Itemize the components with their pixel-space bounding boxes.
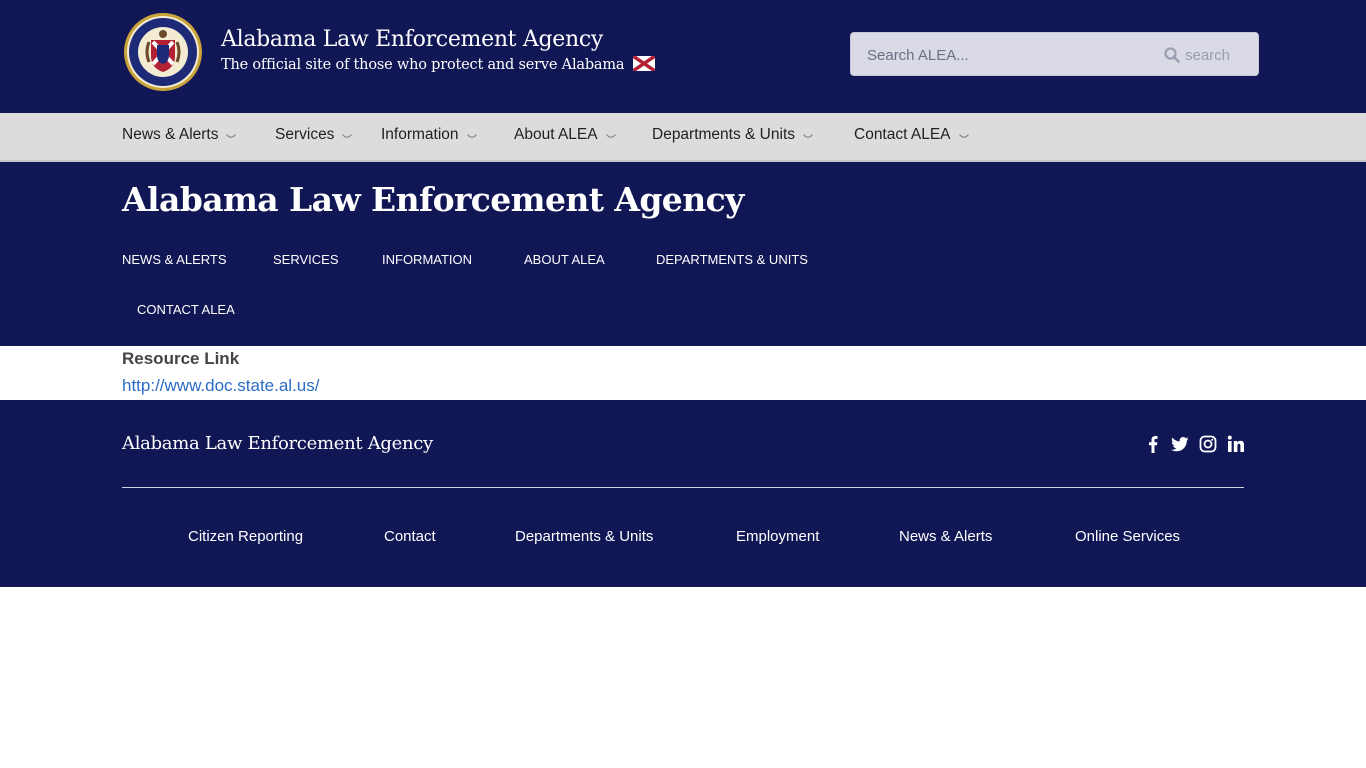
sub-nav-departments-units[interactable]: DEPARTMENTS & UNITS	[656, 252, 808, 267]
footer-link-citizen-reporting[interactable]: Citizen Reporting	[188, 528, 303, 545]
main-content: Resource Link http://www.doc.state.al.us…	[0, 346, 1366, 400]
search-input[interactable]	[867, 45, 1137, 65]
resource-link[interactable]: http://www.doc.state.al.us/	[122, 376, 319, 396]
site-tagline: The official site of those who protect a…	[221, 57, 625, 73]
chevron-down-icon	[466, 134, 477, 138]
sub-nav-services[interactable]: SERVICES	[273, 252, 339, 267]
sub-nav-contact-alea[interactable]: CONTACT ALEA	[137, 302, 235, 317]
site-title[interactable]: Alabama Law Enforcement Agency	[221, 27, 603, 52]
sub-nav-information[interactable]: INFORMATION	[382, 252, 472, 267]
footer-link-contact[interactable]: Contact	[384, 528, 436, 545]
main-nav: News & Alerts Services Information About…	[0, 113, 1366, 162]
footer-divider	[122, 487, 1244, 488]
search-button[interactable]: search	[1164, 44, 1230, 66]
footer-link-employment[interactable]: Employment	[736, 528, 819, 545]
chevron-down-icon	[605, 134, 616, 138]
footer-link-news-alerts[interactable]: News & Alerts	[899, 528, 992, 545]
nav-item-information[interactable]: Information	[381, 126, 477, 144]
chevron-down-icon	[958, 134, 969, 138]
chevron-down-icon	[803, 134, 813, 138]
nav-item-label: Contact ALEA	[854, 126, 951, 143]
facebook-icon[interactable]	[1144, 435, 1162, 453]
sub-nav-news-alerts[interactable]: NEWS & ALERTS	[122, 252, 227, 267]
top-header: Alabama Law Enforcement Agency The offic…	[0, 0, 1366, 113]
nav-item-label: Information	[381, 126, 459, 143]
hero-title: Alabama Law Enforcement Agency	[122, 180, 744, 219]
twitter-icon[interactable]	[1171, 435, 1189, 453]
footer: Alabama Law Enforcement Agency Citizen R…	[0, 400, 1366, 587]
footer-title: Alabama Law Enforcement Agency	[122, 433, 433, 454]
search-box: search	[850, 32, 1259, 76]
alea-seal-icon[interactable]	[123, 12, 203, 92]
search-button-label: search	[1185, 46, 1231, 64]
nav-item-label: Departments & Units	[652, 126, 795, 143]
chevron-down-icon	[342, 134, 353, 138]
nav-item-about-alea[interactable]: About ALEA	[514, 126, 616, 144]
footer-link-departments-units[interactable]: Departments & Units	[515, 528, 653, 545]
nav-item-departments-units[interactable]: Departments & Units	[652, 126, 813, 144]
linkedin-icon[interactable]	[1227, 435, 1245, 453]
chevron-down-icon	[226, 134, 237, 138]
search-icon	[1164, 47, 1180, 63]
resource-link-label: Resource Link	[122, 349, 240, 368]
alabama-flag-icon	[633, 56, 655, 71]
hero-banner: Alabama Law Enforcement Agency NEWS & AL…	[0, 162, 1366, 346]
footer-link-online-services[interactable]: Online Services	[1075, 528, 1180, 545]
nav-item-news-alerts[interactable]: News & Alerts	[122, 126, 237, 144]
sub-nav-about-alea[interactable]: ABOUT ALEA	[524, 252, 605, 267]
nav-item-contact-alea[interactable]: Contact ALEA	[854, 126, 969, 144]
nav-item-services[interactable]: Services	[275, 126, 353, 144]
nav-item-label: Services	[275, 126, 335, 143]
nav-item-label: About ALEA	[514, 126, 598, 143]
instagram-icon[interactable]	[1199, 435, 1217, 453]
nav-item-label: News & Alerts	[122, 126, 219, 143]
